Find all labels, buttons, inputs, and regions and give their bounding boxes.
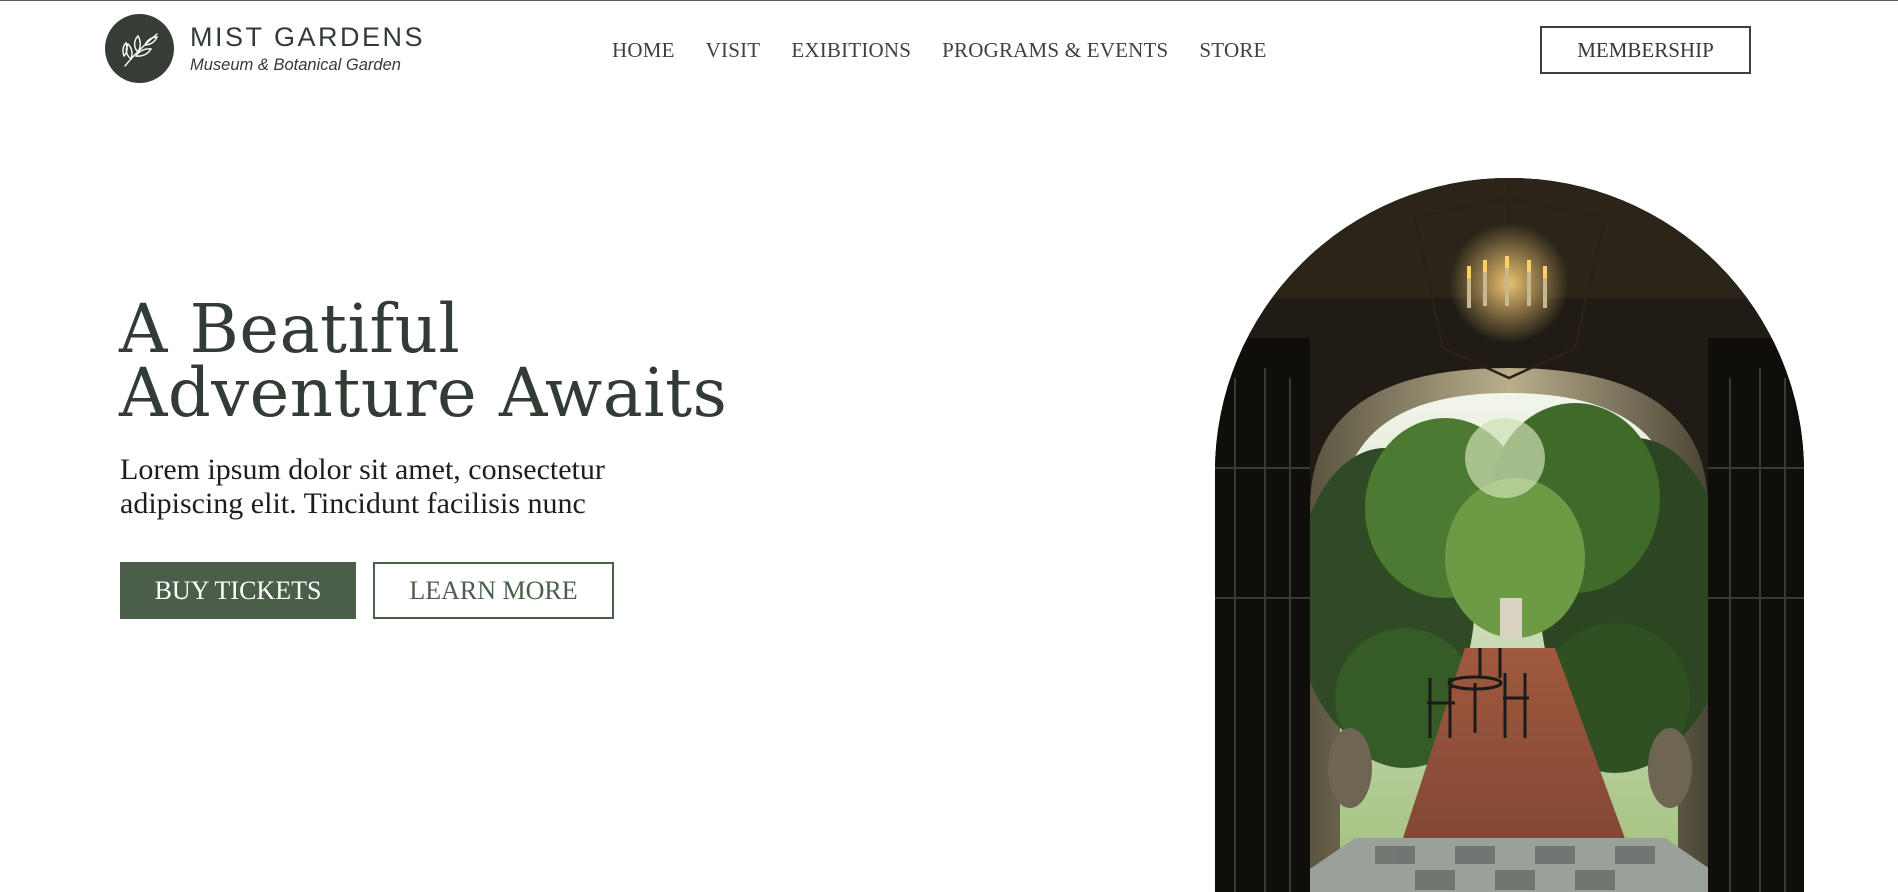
olive-branch-icon: [105, 14, 174, 83]
hero-arch-image: [1215, 178, 1804, 892]
nav-item-visit[interactable]: VISIT: [706, 37, 761, 63]
learn-more-button[interactable]: LEARN MORE: [373, 562, 614, 619]
hero-subtitle-line-1: Lorem ipsum dolor sit amet, consectetur: [120, 453, 605, 486]
hero-title-line-2: Adventure Awaits: [119, 354, 728, 432]
hero-subtitle: Lorem ipsum dolor sit amet, consectetur …: [120, 453, 605, 521]
nav-item-programs-events[interactable]: PROGRAMS & EVENTS: [942, 37, 1168, 63]
main-nav: HOME VISIT EXIBITIONS PROGRAMS & EVENTS …: [612, 37, 1267, 63]
nav-item-store[interactable]: STORE: [1199, 37, 1266, 63]
brand-tagline: Museum & Botanical Garden: [190, 56, 401, 74]
hero-subtitle-line-2: adipiscing elit. Tincidunt facilisis nun…: [120, 487, 586, 520]
buy-tickets-button[interactable]: BUY TICKETS: [120, 562, 356, 619]
brand-logo[interactable]: MIST GARDENS Museum & Botanical Garden: [105, 14, 425, 83]
nav-item-exibitions[interactable]: EXIBITIONS: [791, 37, 911, 63]
membership-button[interactable]: MEMBERSHIP: [1540, 26, 1751, 74]
hero-title: A Beatiful Adventure Awaits: [119, 290, 728, 432]
hero-title-line-1: A Beatiful: [119, 290, 461, 368]
brand-name: MIST GARDENS: [190, 22, 426, 52]
nav-item-home[interactable]: HOME: [612, 37, 675, 63]
